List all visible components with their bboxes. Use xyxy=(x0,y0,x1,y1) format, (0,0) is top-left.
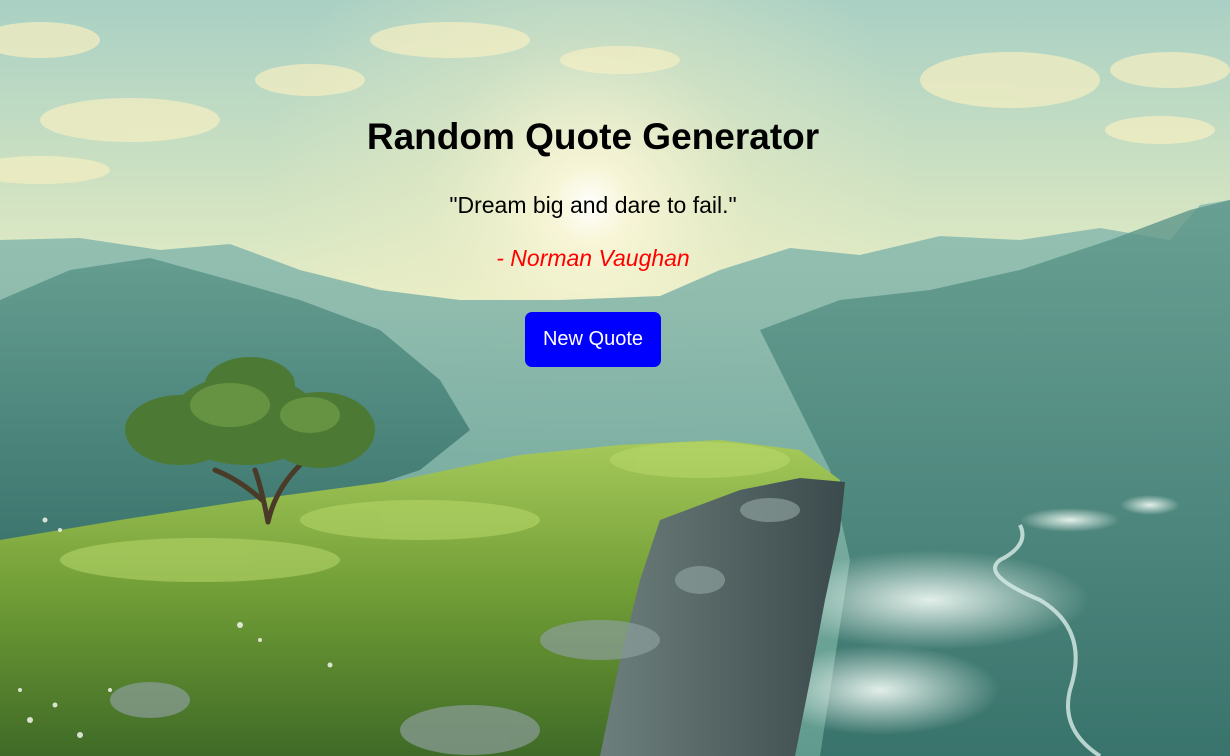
page-title: Random Quote Generator xyxy=(366,116,820,157)
page: Random Quote Generator "Dream big and da… xyxy=(0,0,1230,756)
quote-text: "Dream big and dare to fail." xyxy=(449,192,737,218)
quote-author: - Norman Vaughan xyxy=(496,245,690,271)
new-quote-button[interactable]: New Quote xyxy=(525,312,661,367)
